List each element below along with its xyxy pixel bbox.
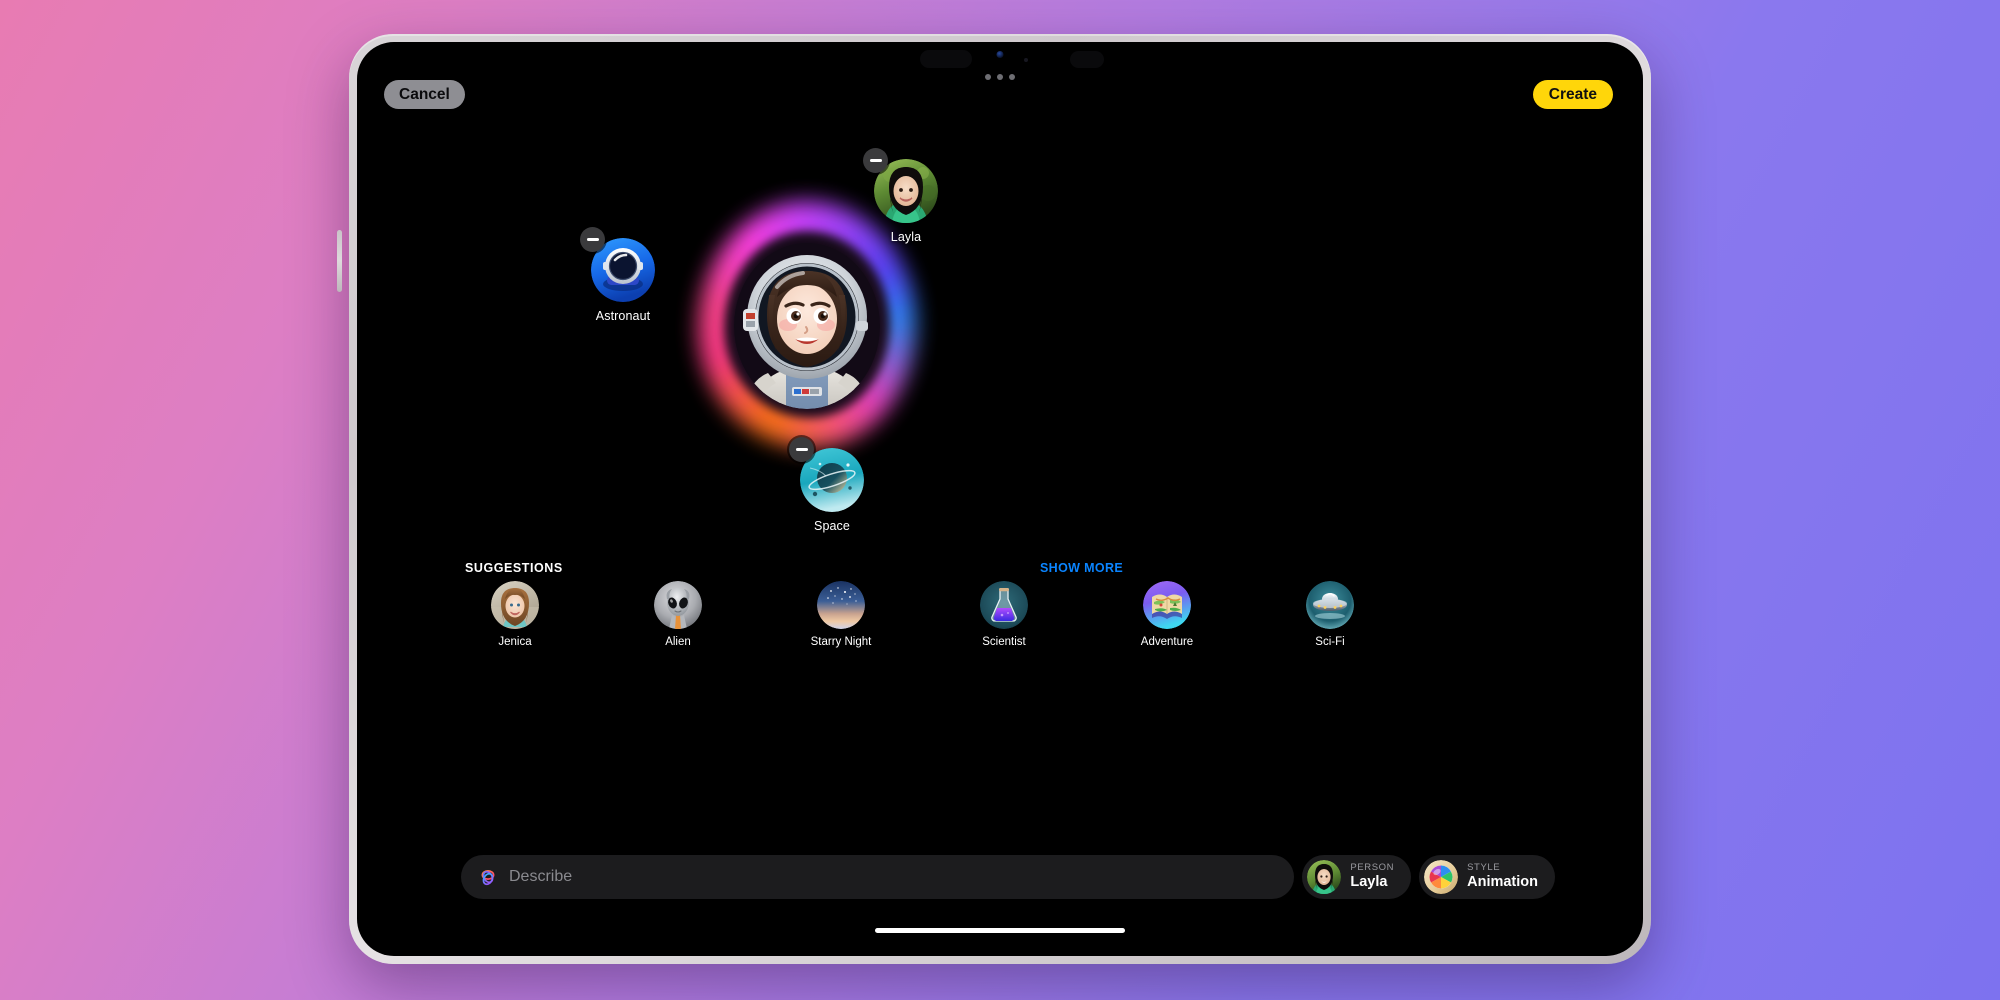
suggestion-label: Jenica: [461, 636, 569, 648]
suggestion-label: Sci-Fi: [1276, 636, 1384, 648]
remove-concept-minus-icon[interactable]: [863, 148, 888, 173]
concept-chip-space[interactable]: Space: [789, 448, 875, 533]
flask-icon: [980, 581, 1028, 629]
person-photo-avatar: [1307, 860, 1341, 894]
style-chip-value: Animation: [1467, 875, 1538, 891]
map-icon: [1143, 581, 1191, 629]
person-chip-value: Layla: [1350, 875, 1394, 891]
suggestions-row: Jenica: [461, 581, 1555, 659]
tablet-device: Cancel Create: [349, 34, 1651, 964]
genmoji-canvas: Astronaut: [357, 42, 1643, 956]
person-chip-key: PERSON: [1350, 863, 1394, 873]
describe-placeholder: Describe: [509, 868, 572, 886]
device-screen: Cancel Create: [357, 42, 1643, 956]
concept-label: Layla: [863, 230, 949, 244]
apple-intelligence-icon: [478, 867, 498, 887]
ufo-icon: [1306, 581, 1354, 629]
volume-button[interactable]: [337, 230, 342, 292]
suggestion-jenica[interactable]: Jenica: [461, 581, 569, 648]
suggestion-label: Starry Night: [787, 636, 895, 648]
composer-bar: Describe: [461, 855, 1555, 899]
animation-style-icon: [1424, 860, 1458, 894]
person-chip[interactable]: PERSON Layla: [1302, 855, 1411, 899]
style-chip-key: STYLE: [1467, 863, 1538, 873]
remove-concept-minus-icon[interactable]: [789, 437, 814, 462]
suggestion-label: Adventure: [1113, 636, 1221, 648]
concept-chip-astronaut[interactable]: Astronaut: [580, 238, 666, 323]
suggestion-scientist[interactable]: Scientist: [950, 581, 1058, 648]
home-indicator[interactable]: [875, 928, 1125, 933]
suggestion-starry-night[interactable]: Starry Night: [787, 581, 895, 648]
person-photo-avatar: [491, 581, 539, 629]
alien-head-icon: [654, 581, 702, 629]
show-more-button[interactable]: SHOW MORE: [1040, 561, 1123, 575]
concept-chip-layla[interactable]: Layla: [863, 159, 949, 244]
suggestion-sci-fi[interactable]: Sci-Fi: [1276, 581, 1384, 648]
concept-label: Space: [789, 519, 875, 533]
style-chip[interactable]: STYLE Animation: [1419, 855, 1555, 899]
genmoji-image: [734, 243, 880, 409]
suggestion-alien[interactable]: Alien: [624, 581, 732, 648]
starry-night-icon: [817, 581, 865, 629]
suggestion-adventure[interactable]: Adventure: [1113, 581, 1221, 648]
suggestion-label: Scientist: [950, 636, 1058, 648]
concept-label: Astronaut: [580, 309, 666, 323]
remove-concept-minus-icon[interactable]: [580, 227, 605, 252]
suggestion-label: Alien: [624, 636, 732, 648]
describe-input[interactable]: Describe: [461, 855, 1294, 899]
genmoji-preview[interactable]: [712, 217, 902, 432]
suggestions-heading: SUGGESTIONS: [465, 561, 563, 575]
